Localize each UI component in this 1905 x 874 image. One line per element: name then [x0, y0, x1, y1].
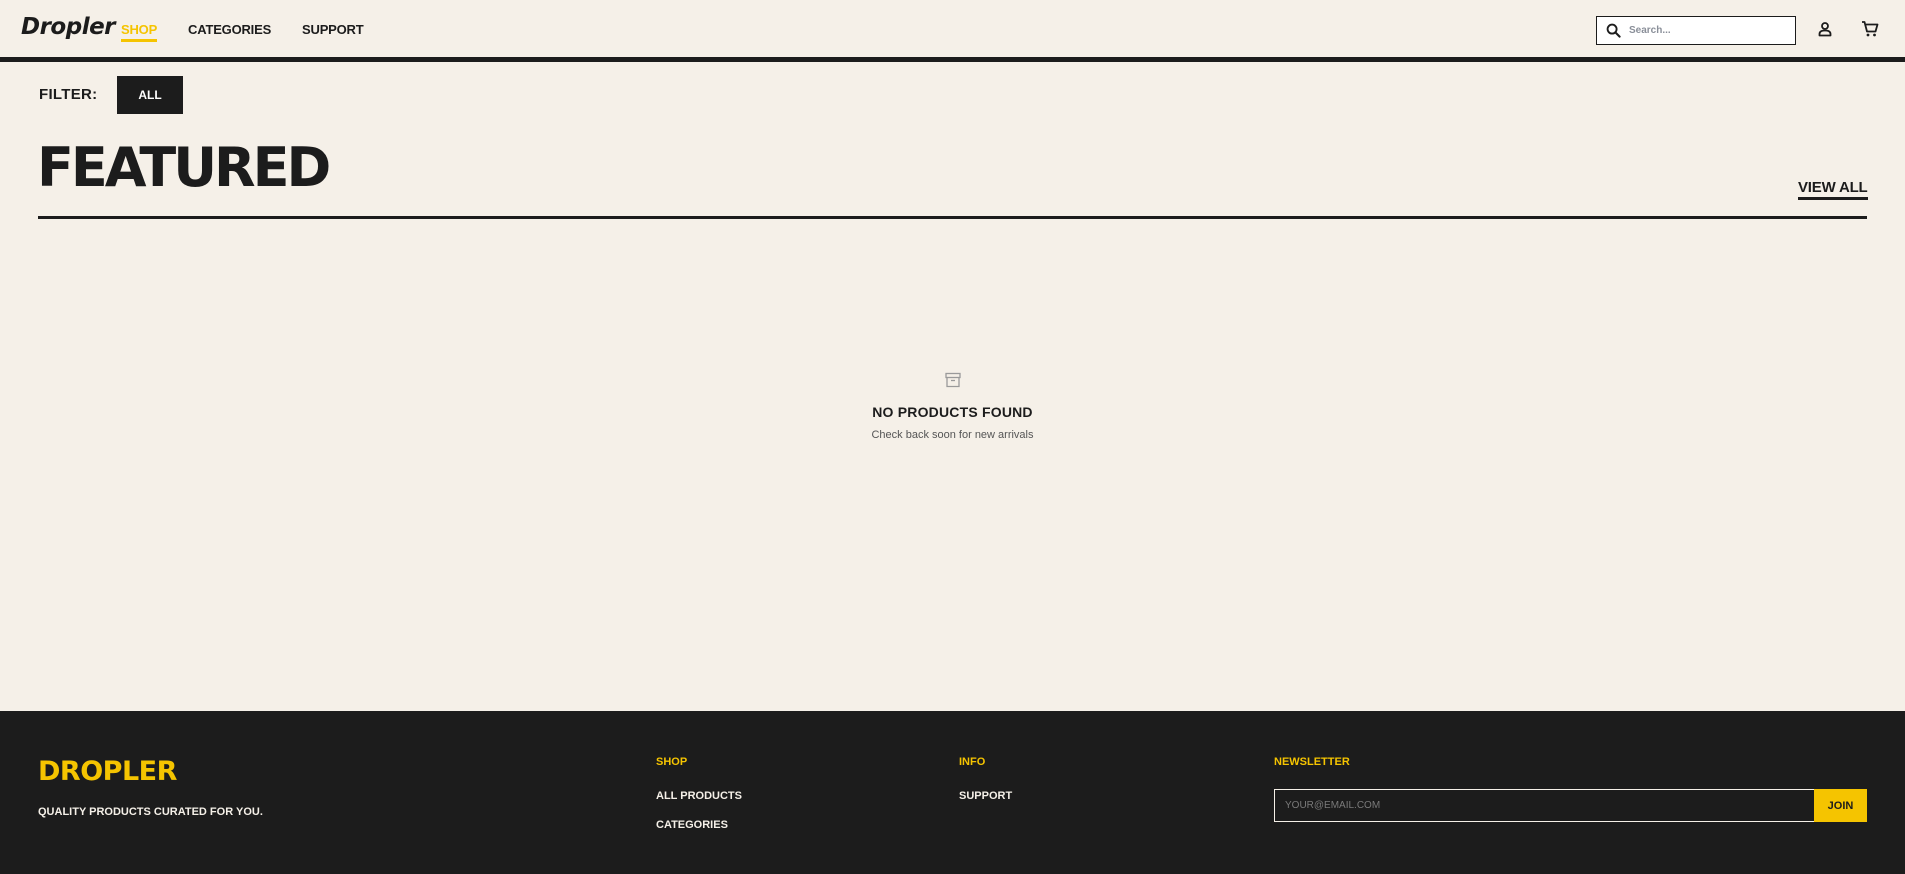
footer-link-categories[interactable]: CATEGORIES	[656, 819, 728, 831]
footer-link-all-products[interactable]: ALL PRODUCTS	[656, 790, 742, 802]
nav-support[interactable]: SUPPORT	[302, 22, 364, 41]
nav-shop[interactable]: SHOP	[121, 22, 157, 42]
archive-box-icon	[944, 371, 962, 389]
cart-icon[interactable]	[1859, 18, 1881, 40]
search-box[interactable]	[1596, 16, 1796, 45]
empty-subtitle: Check back soon for new arrivals	[871, 429, 1034, 441]
logo[interactable]: Dropler	[21, 14, 116, 40]
filter-label: FILTER:	[39, 86, 98, 103]
site-footer: DROPLER QUALITY PRODUCTS CURATED FOR YOU…	[0, 711, 1905, 874]
empty-title: NO PRODUCTS FOUND	[872, 404, 1033, 420]
search-icon[interactable]	[1597, 17, 1629, 44]
filter-all-button[interactable]: ALL	[117, 76, 183, 114]
page-title: FEATURED	[37, 136, 331, 199]
main-nav: SHOP CATEGORIES SUPPORT	[121, 22, 395, 42]
empty-state: NO PRODUCTS FOUND Check back soon for ne…	[0, 371, 1905, 441]
footer-link-support[interactable]: SUPPORT	[959, 790, 1012, 802]
nav-categories[interactable]: CATEGORIES	[188, 22, 271, 41]
footer-tagline: QUALITY PRODUCTS CURATED FOR YOU.	[38, 806, 263, 818]
footer-info-heading: INFO	[959, 756, 986, 768]
view-all-link[interactable]: VIEW ALL	[1798, 179, 1868, 200]
newsletter-join-button[interactable]: JOIN	[1814, 789, 1867, 822]
search-input[interactable]	[1629, 25, 1789, 36]
site-header: Dropler SHOP CATEGORIES SUPPORT	[0, 0, 1905, 62]
footer-newsletter-heading: NEWSLETTER	[1274, 756, 1350, 768]
footer-shop-heading: SHOP	[656, 756, 688, 768]
footer-brand: DROPLER	[38, 756, 177, 787]
section-divider	[38, 216, 1867, 219]
newsletter-email-input[interactable]	[1274, 789, 1815, 822]
user-icon[interactable]	[1814, 18, 1836, 40]
